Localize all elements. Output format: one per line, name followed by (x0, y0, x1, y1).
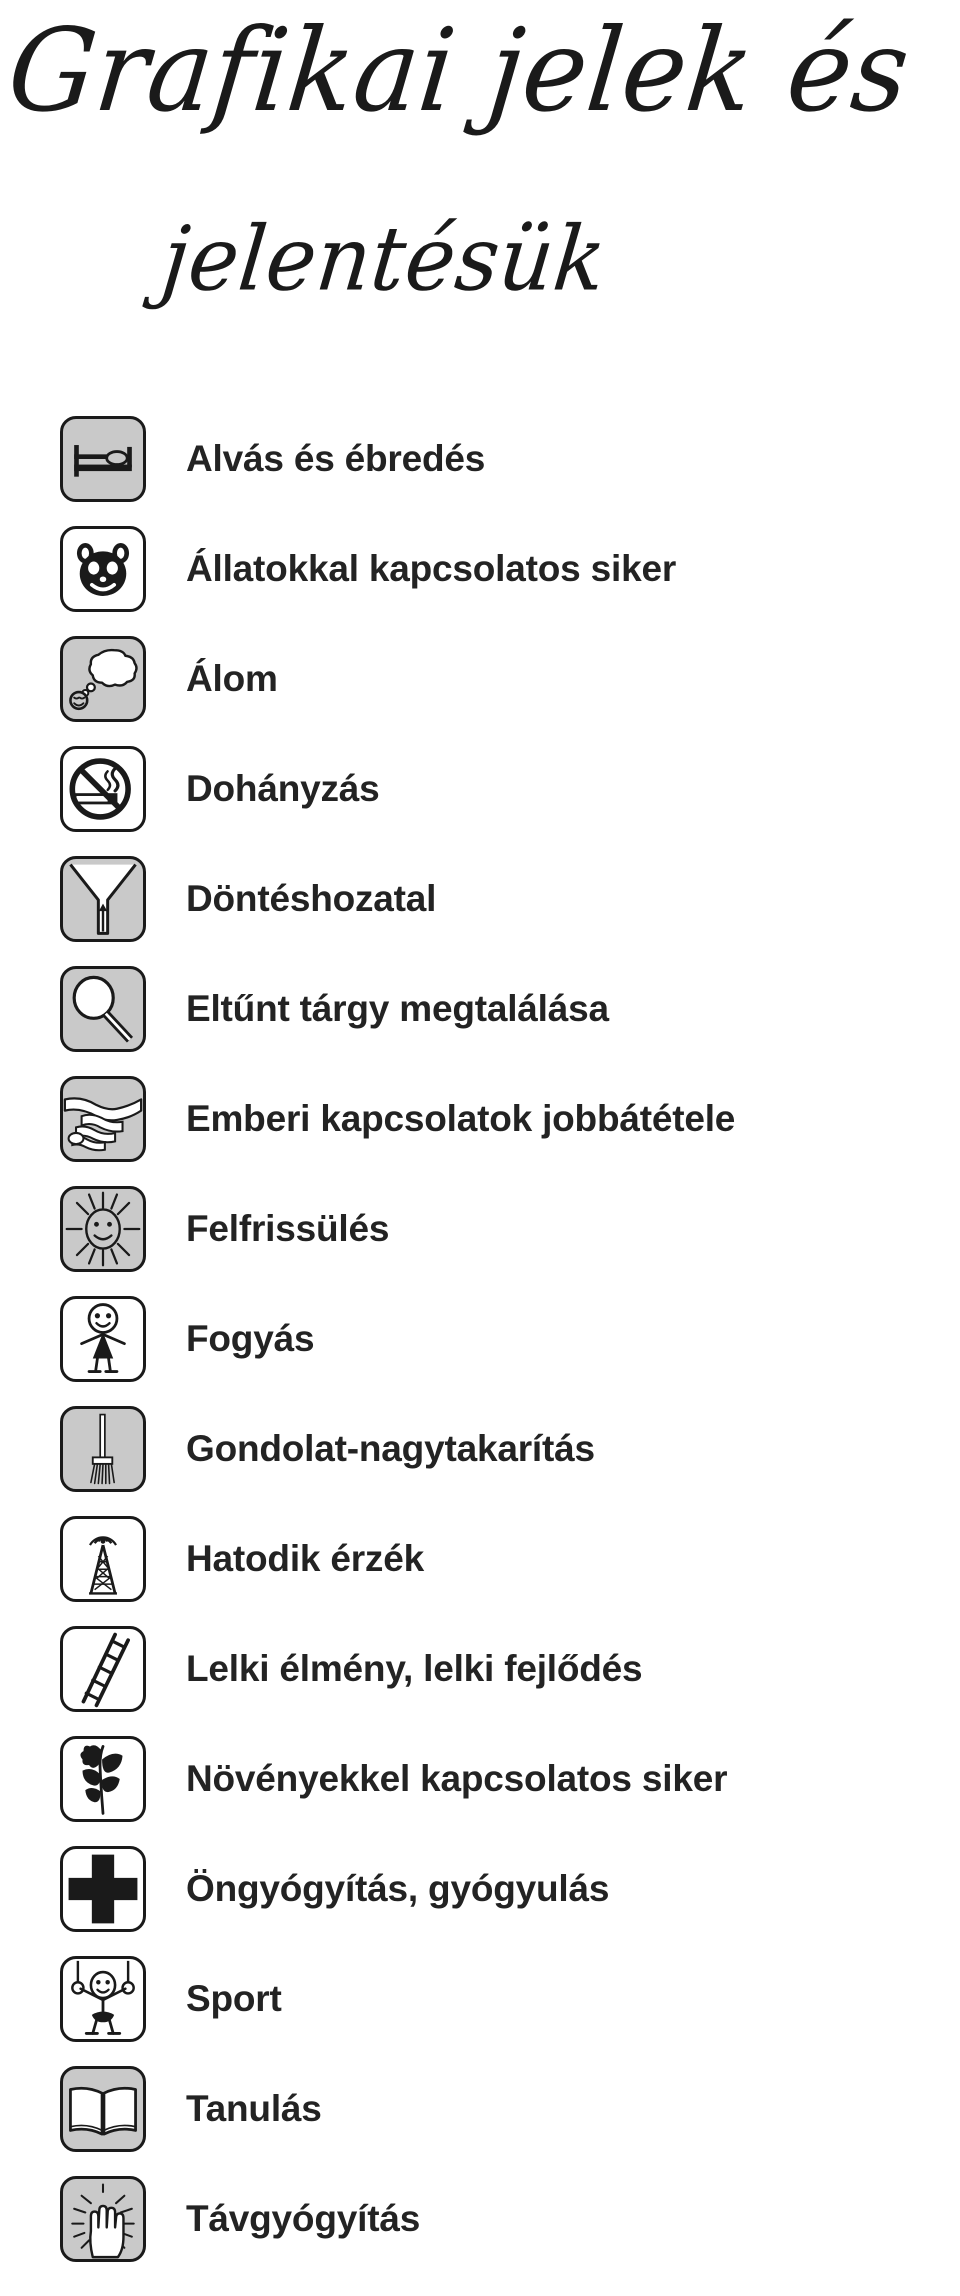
list-item[interactable]: Távgyógyítás (0, 2164, 960, 2274)
list-item-label: Döntéshozatal (186, 878, 437, 919)
list-item-label: Emberi kapcsolatok jobbátétele (186, 1098, 736, 1139)
magnifier-icon (60, 966, 146, 1052)
dream-bubble-icon (60, 636, 146, 722)
list-item[interactable]: Alvás és ébredés (0, 404, 960, 514)
no-smoking-icon (60, 746, 146, 832)
list-item[interactable]: Döntéshozatal (0, 844, 960, 954)
animal-face-icon (60, 526, 146, 612)
list-item-label: Lelki élmény, lelki fejlődés (186, 1648, 643, 1689)
list-item-label: Dohányzás (186, 768, 380, 809)
handshake-icon (60, 1076, 146, 1162)
list-item-label: Gondolat-nagytakarítás (186, 1428, 595, 1469)
page-title-line-2: jelentésük (157, 206, 612, 311)
list-item-label: Növényekkel kapcsolatos siker (186, 1758, 728, 1799)
list-item[interactable]: Eltűnt tárgy megtalálása (0, 954, 960, 1064)
symbol-list: Alvás és ébredés Állatokkal kapcsolatos … (0, 404, 960, 2274)
list-item-label: Alvás és ébredés (186, 438, 486, 479)
list-item[interactable]: Sport (0, 1944, 960, 2054)
list-item-label: Tanulás (186, 2088, 322, 2129)
list-item[interactable]: Hatodik érzék (0, 1504, 960, 1614)
list-item-label: Fogyás (186, 1318, 315, 1359)
fork-in-road-icon (60, 856, 146, 942)
list-item[interactable]: Lelki élmény, lelki fejlődés (0, 1614, 960, 1724)
list-item-label: Hatodik érzék (186, 1538, 424, 1579)
medical-cross-icon (60, 1846, 146, 1932)
list-item-label: Eltűnt tárgy megtalálása (186, 988, 609, 1029)
plant-icon (60, 1736, 146, 1822)
ladder-icon (60, 1626, 146, 1712)
list-item-label: Álom (186, 658, 278, 699)
list-item[interactable]: Fogyás (0, 1284, 960, 1394)
list-item-label: Állatokkal kapcsolatos siker (186, 548, 677, 589)
list-item-label: Öngyógyítás, gyógyulás (186, 1868, 610, 1909)
radiating-hand-icon (60, 2176, 146, 2262)
gymnast-rings-icon (60, 1956, 146, 2042)
list-item-label: Felfrissülés (186, 1208, 390, 1249)
page-root: Grafikai jelek és jelentésük Alvás és éb… (0, 0, 960, 2296)
list-item-label: Távgyógyítás (186, 2198, 421, 2239)
list-item[interactable]: Öngyógyítás, gyógyulás (0, 1834, 960, 1944)
broom-icon (60, 1406, 146, 1492)
list-item[interactable]: Tanulás (0, 2054, 960, 2164)
list-item[interactable]: Felfrissülés (0, 1174, 960, 1284)
list-item[interactable]: Állatokkal kapcsolatos siker (0, 514, 960, 624)
page-title: Grafikai jelek és jelentésük (0, 0, 960, 400)
bed-icon (60, 416, 146, 502)
list-item-label: Sport (186, 1978, 282, 2019)
list-item[interactable]: Gondolat-nagytakarítás (0, 1394, 960, 1504)
antenna-tower-icon (60, 1516, 146, 1602)
list-item[interactable]: Álom (0, 624, 960, 734)
list-item[interactable]: Dohányzás (0, 734, 960, 844)
page-title-line-1: Grafikai jelek és (2, 4, 916, 138)
open-book-icon (60, 2066, 146, 2152)
list-item[interactable]: Növényekkel kapcsolatos siker (0, 1724, 960, 1834)
sun-face-icon (60, 1186, 146, 1272)
list-item[interactable]: Emberi kapcsolatok jobbátétele (0, 1064, 960, 1174)
slim-person-icon (60, 1296, 146, 1382)
